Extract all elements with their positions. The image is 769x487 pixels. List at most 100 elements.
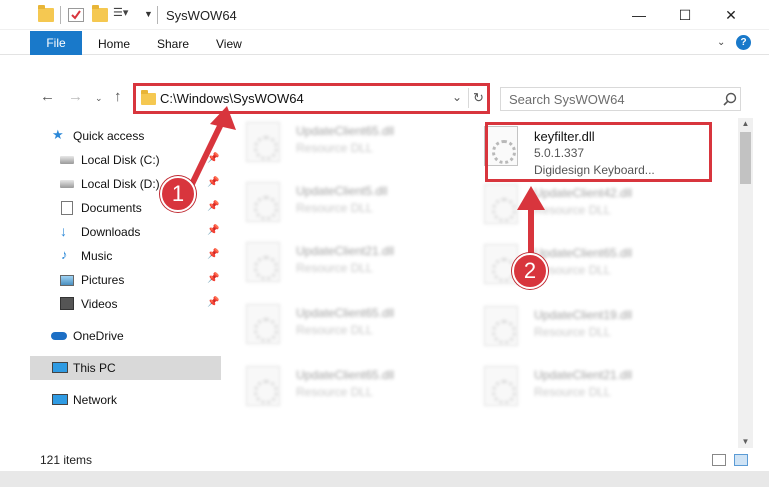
- file-item[interactable]: UpdateClient5.dll Resource DLL: [230, 178, 460, 234]
- properties-icon[interactable]: [68, 8, 84, 22]
- nav-label: Music: [81, 249, 113, 263]
- annotation-step-2-badge: 2: [512, 253, 548, 289]
- file-name: UpdateClient65.dll: [296, 306, 395, 320]
- annotation-step-1-badge: 1: [160, 176, 196, 212]
- nav-label: Pictures: [81, 273, 125, 287]
- tab-share[interactable]: Share: [157, 37, 189, 51]
- pin-icon[interactable]: 📌: [207, 153, 219, 164]
- pin-icon[interactable]: 📌: [207, 249, 219, 260]
- nav-label: Documents: [81, 201, 142, 215]
- dll-file-icon: [484, 366, 518, 406]
- this-pc-icon: [52, 362, 68, 373]
- back-arrow-icon[interactable]: ←: [40, 88, 55, 105]
- nav-item-onedrive[interactable]: OneDrive: [30, 324, 220, 348]
- file-item[interactable]: UpdateClient65.dll Resource DLL: [230, 118, 460, 174]
- nav-item-downloads[interactable]: ↓ Downloads 📌: [30, 220, 220, 244]
- file-item[interactable]: UpdateClient65.dll Resource DLL: [230, 300, 460, 356]
- nav-item-videos[interactable]: Videos 📌: [30, 292, 220, 316]
- onedrive-icon: [51, 332, 67, 340]
- file-item[interactable]: UpdateClient65.dll Resource DLL: [468, 240, 698, 296]
- search-input[interactable]: [501, 88, 711, 110]
- search-icon[interactable]: [723, 92, 737, 106]
- network-icon: [52, 394, 68, 405]
- file-name: UpdateClient65.dll: [534, 246, 633, 260]
- dll-file-icon: [246, 182, 280, 222]
- annotation-highlight-address: [133, 83, 490, 114]
- details-view-icon[interactable]: [712, 454, 726, 466]
- nav-label: This PC: [73, 361, 116, 375]
- maximize-button[interactable]: ☐: [662, 0, 708, 30]
- separator: [157, 6, 158, 24]
- item-count: 121 items: [40, 453, 93, 467]
- status-bar: 121 items: [30, 449, 753, 471]
- pictures-icon: [60, 275, 74, 286]
- window-left-margin: [0, 55, 30, 471]
- file-description: Resource DLL: [296, 261, 373, 275]
- nav-item-pictures[interactable]: Pictures 📌: [30, 268, 220, 292]
- file-name: UpdateClient19.dll: [534, 308, 633, 322]
- tab-home[interactable]: Home: [98, 37, 130, 51]
- new-folder-icon[interactable]: [92, 5, 108, 22]
- nav-item-local-disk-c[interactable]: Local Disk (C:) 📌: [30, 148, 220, 172]
- documents-icon: [61, 201, 73, 215]
- dll-file-icon: [246, 122, 280, 162]
- forward-arrow-icon[interactable]: →: [68, 88, 83, 105]
- nav-item-this-pc[interactable]: This PC: [30, 356, 221, 380]
- folder-icon: [38, 5, 54, 22]
- file-name: UpdateClient21.dll: [296, 244, 395, 258]
- scroll-up-icon[interactable]: ▲: [738, 118, 753, 130]
- pin-icon[interactable]: 📌: [207, 273, 219, 284]
- dll-file-icon: [484, 184, 518, 224]
- dll-file-icon: [246, 304, 280, 344]
- window-bottom-edge: [0, 471, 769, 487]
- file-name: UpdateClient21.dll: [534, 368, 633, 382]
- pin-icon[interactable]: 📌: [207, 201, 219, 212]
- nav-item-music[interactable]: ♪ Music 📌: [30, 244, 220, 268]
- scrollbar-thumb[interactable]: [740, 132, 751, 184]
- file-description: Resource DLL: [534, 203, 611, 217]
- file-description: Resource DLL: [296, 323, 373, 337]
- dll-file-icon: [246, 242, 280, 282]
- file-name: UpdateClient65.dll: [296, 124, 395, 138]
- tab-view[interactable]: View: [216, 37, 242, 51]
- recent-locations-icon[interactable]: ⌄: [95, 93, 103, 104]
- pin-icon[interactable]: 📌: [207, 225, 219, 236]
- search-box[interactable]: [500, 87, 741, 111]
- file-item[interactable]: UpdateClient19.dll Resource DLL: [468, 302, 698, 358]
- minimize-button[interactable]: —: [616, 0, 662, 30]
- help-icon[interactable]: ?: [736, 35, 751, 50]
- expand-ribbon-icon[interactable]: ⌄: [717, 37, 725, 48]
- dll-file-icon: [484, 306, 518, 346]
- nav-item-quick-access[interactable]: ★ Quick access: [30, 124, 220, 148]
- ribbon: File Home Share View ⌄ ?: [0, 30, 769, 55]
- nav-label: Downloads: [81, 225, 141, 239]
- file-description: Resource DLL: [534, 325, 611, 339]
- music-icon: ♪: [61, 247, 68, 262]
- nav-label: Videos: [81, 297, 118, 311]
- file-item[interactable]: UpdateClient65.dll Resource DLL: [230, 362, 460, 418]
- file-item[interactable]: UpdateClient21.dll Resource DLL: [230, 238, 460, 294]
- large-icons-view-icon[interactable]: [734, 454, 748, 466]
- up-arrow-icon[interactable]: ↑: [114, 88, 122, 105]
- pin-icon[interactable]: 📌: [207, 297, 219, 308]
- close-button[interactable]: ✕: [708, 0, 754, 30]
- nav-label: Local Disk (C:): [81, 153, 160, 167]
- scroll-down-icon[interactable]: ▼: [738, 436, 753, 448]
- drive-icon: [60, 156, 74, 164]
- annotation-highlight-file: [485, 122, 712, 182]
- file-name: UpdateClient65.dll: [296, 368, 395, 382]
- nav-item-network[interactable]: Network: [30, 388, 220, 412]
- nav-label: Local Disk (D:): [81, 177, 160, 191]
- navigation-pane: ★ Quick access Local Disk (C:) 📌 Local D…: [30, 120, 230, 440]
- pin-icon[interactable]: 📌: [207, 177, 219, 188]
- customize-quick-access-icon[interactable]: ☰▾: [113, 6, 129, 20]
- nav-label: Network: [73, 393, 118, 407]
- videos-icon: [60, 297, 74, 310]
- file-item[interactable]: UpdateClient21.dll Resource DLL: [468, 362, 698, 418]
- file-tab[interactable]: File: [30, 31, 82, 55]
- file-description: Resource DLL: [296, 385, 373, 399]
- drive-icon: [60, 180, 74, 188]
- vertical-scrollbar[interactable]: ▲ ▼: [738, 118, 753, 448]
- nav-label: OneDrive: [73, 329, 124, 343]
- file-item[interactable]: UpdateClient42.dll Resource DLL: [468, 180, 698, 236]
